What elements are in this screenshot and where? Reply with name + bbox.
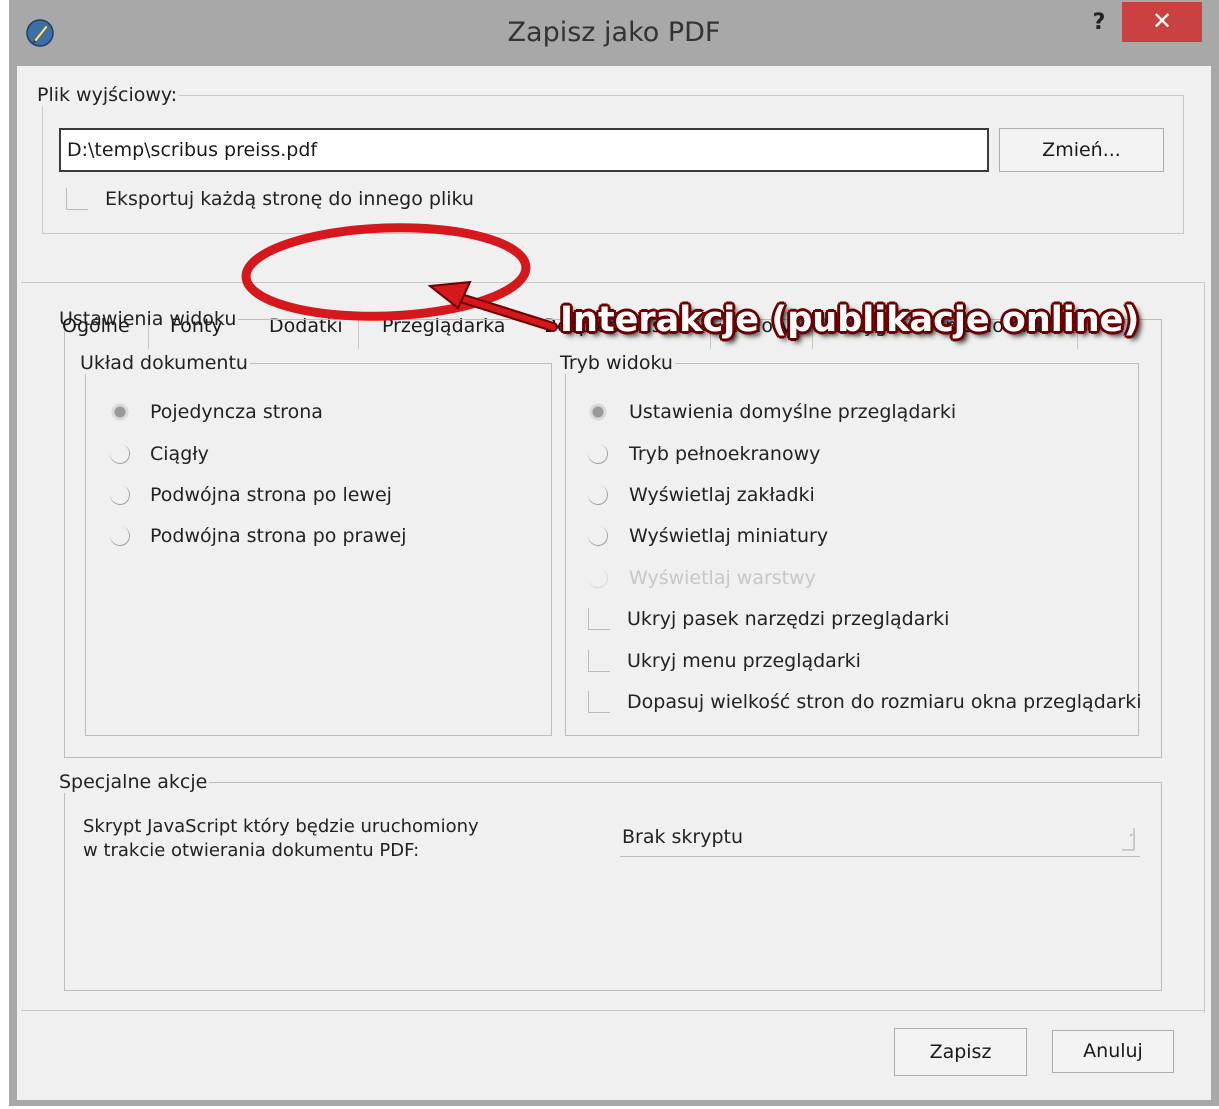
mode-browser-default-radio[interactable] (588, 402, 608, 422)
hide-toolbar-label: Ukryj pasek narzędzi przeglądarki (627, 608, 950, 630)
mode-browser-default-label: Ustawienia domyślne przeglądarki (629, 401, 957, 423)
dialog-client-area: Plik wyjściowy: D:\temp\scribus preiss.p… (17, 66, 1211, 1100)
script-select[interactable]: Brak skryptu (620, 822, 1140, 857)
fit-window-checkbox[interactable] (588, 691, 610, 713)
output-path-input[interactable]: D:\temp\scribus preiss.pdf (59, 128, 989, 172)
output-file-group-label: Plik wyjściowy: (37, 84, 178, 106)
hide-toolbar-checkbox[interactable] (588, 608, 610, 630)
mode-layers-label: Wyświetlaj warstwy (629, 567, 816, 589)
mode-layers-radio (588, 568, 608, 588)
footer-divider (21, 1010, 1204, 1011)
close-button[interactable]: ✕ (1122, 2, 1202, 42)
special-actions-group-label: Specjalne akcje (59, 771, 208, 793)
special-actions-group: Specjalne akcje (59, 771, 1162, 991)
title-bar: Zapisz jako PDF ? ✕ (9, 0, 1219, 66)
layout-continuous-label: Ciągły (150, 443, 209, 465)
mode-thumbnails-label: Wyświetlaj miniatury (629, 525, 829, 547)
view-settings-group-label: Ustawienia widoku (59, 308, 237, 330)
export-each-page-label: Eksportuj każdą stronę do innego pliku (105, 188, 474, 210)
fit-window-label: Dopasuj wielkość stron do rozmiaru okna … (627, 691, 1142, 713)
window-title: Zapisz jako PDF (507, 17, 721, 48)
mode-bookmarks-label: Wyświetlaj zakładki (629, 484, 815, 506)
save-button[interactable]: Zapisz (894, 1028, 1027, 1076)
layout-single-page-label: Pojedyncza strona (150, 401, 323, 423)
script-label-line2: w trakcie otwierania dokumentu PDF: (83, 840, 420, 861)
layout-double-right-label: Podwójna strona po prawej (150, 525, 407, 547)
layout-double-left-label: Podwójna strona po lewej (150, 484, 392, 506)
mode-fullscreen-label: Tryb pełnoekranowy (629, 443, 821, 465)
dialog-window: Zapisz jako PDF ? ✕ Plik wyjściowy: D:\t… (9, 0, 1219, 1106)
change-button[interactable]: Zmień... (999, 128, 1164, 172)
view-mode-group-label: Tryb widoku (560, 352, 673, 374)
document-layout-group-label: Układ dokumentu (80, 352, 248, 374)
hide-menu-checkbox[interactable] (588, 650, 610, 672)
cancel-button[interactable]: Anuluj (1052, 1030, 1174, 1073)
layout-single-page-radio[interactable] (110, 402, 130, 422)
annotation-callout: Interakcje (publikacje online) (560, 300, 1140, 340)
script-label-line1: Skrypt JavaScript który będzie uruchomio… (83, 816, 479, 837)
help-button[interactable]: ? (1079, 10, 1119, 40)
export-each-page-checkbox[interactable] (66, 188, 88, 210)
select-arrow-icon (1122, 828, 1135, 851)
script-select-value: Brak skryptu (622, 826, 744, 848)
hide-menu-label: Ukryj menu przeglądarki (627, 650, 861, 672)
